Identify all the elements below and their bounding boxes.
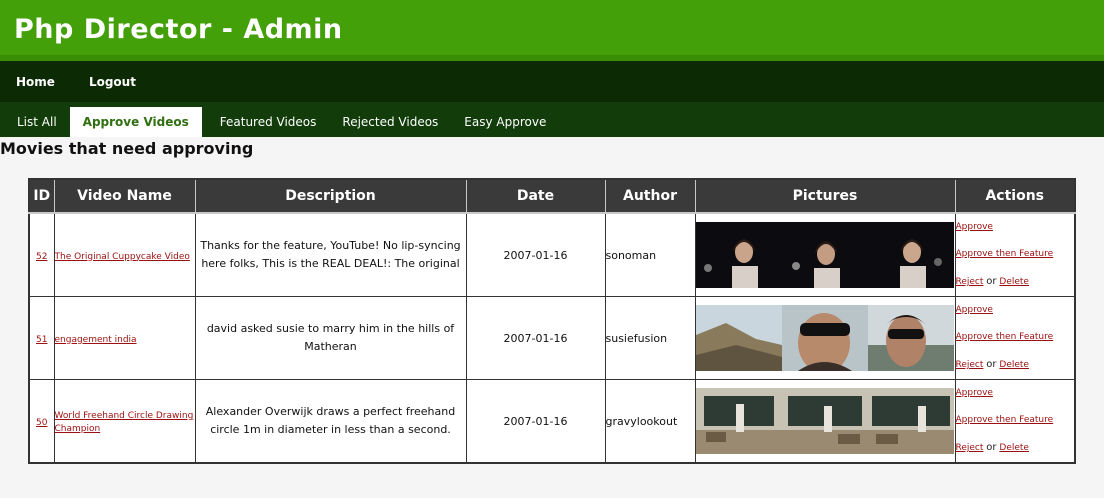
cell-video-name: The Original Cuppycake Video: [53, 212, 196, 297]
top-nav: Home Logout: [0, 61, 1104, 102]
video-thumbnail: [867, 388, 954, 454]
nav-logout-link[interactable]: Logout: [89, 75, 136, 89]
cell-pictures: [694, 296, 956, 380]
video-name-link[interactable]: engagement india: [55, 335, 137, 345]
cell-id: 51: [28, 296, 55, 380]
tab-rejected-videos[interactable]: Rejected Videos: [329, 107, 451, 137]
app-title: Php Director - Admin: [14, 14, 343, 45]
col-header-date: Date: [465, 178, 606, 214]
cell-video-name: engagement india: [53, 296, 196, 380]
video-id-link[interactable]: 50: [36, 418, 47, 428]
approve-feature-link[interactable]: Approve then Feature: [956, 332, 1054, 342]
tab-featured-videos[interactable]: Featured Videos: [207, 107, 330, 137]
cell-description: Alexander Overwijk draws a perfect freeh…: [194, 379, 467, 464]
reject-link[interactable]: Reject: [956, 360, 984, 370]
cell-description: Thanks for the feature, YouTube! No lip-…: [194, 212, 467, 297]
or-text: or: [986, 442, 997, 453]
table-row: 52 The Original Cuppycake Video Thanks f…: [28, 212, 1076, 297]
video-thumbnail: [695, 222, 782, 288]
table-header-row: ID Video Name Description Date Author Pi…: [28, 178, 1076, 214]
cell-actions: Approve Approve then Feature Reject or D…: [954, 212, 1076, 297]
description-line: Matheran: [304, 340, 357, 353]
cell-author: susiefusion: [604, 296, 696, 380]
tab-approve-videos[interactable]: Approve Videos: [69, 107, 202, 137]
description-line: Alexander Overwijk draws a perfect freeh…: [205, 405, 456, 418]
approve-link[interactable]: Approve: [956, 388, 993, 398]
or-text: or: [986, 276, 997, 287]
col-header-author: Author: [604, 178, 696, 214]
nav-home-link[interactable]: Home: [16, 75, 55, 89]
col-header-pictures: Pictures: [694, 178, 956, 214]
video-thumbnail: [695, 305, 782, 371]
table-row: 50 World Freehand Circle Drawing Champio…: [28, 379, 1076, 464]
approve-link[interactable]: Approve: [956, 222, 993, 232]
video-thumbnail: [781, 305, 868, 371]
cell-actions: Approve Approve then Feature Reject or D…: [954, 296, 1076, 380]
col-header-actions: Actions: [954, 178, 1076, 214]
cell-author: gravylookout: [604, 379, 696, 464]
video-name-link[interactable]: World Freehand Circle Drawing Champion: [55, 411, 194, 434]
tab-easy-approve[interactable]: Easy Approve: [451, 107, 559, 137]
video-thumbnail: [781, 388, 868, 454]
cell-description: david asked susie to marry him in the hi…: [194, 296, 467, 380]
reject-link[interactable]: Reject: [956, 277, 984, 287]
video-thumbnail: [867, 222, 954, 288]
cell-date: 2007-01-16: [465, 379, 606, 464]
cell-date: 2007-01-16: [465, 296, 606, 380]
table-row: 51 engagement india david asked susie to…: [28, 296, 1076, 380]
delete-link[interactable]: Delete: [999, 360, 1029, 370]
col-header-video-name: Video Name: [53, 178, 196, 214]
tab-bar: List All Approve Videos Featured Videos …: [0, 102, 1104, 137]
delete-link[interactable]: Delete: [999, 443, 1029, 453]
video-id-link[interactable]: 52: [36, 252, 47, 262]
tab-list-all[interactable]: List All: [4, 107, 70, 137]
approve-feature-link[interactable]: Approve then Feature: [956, 249, 1054, 259]
video-thumbnail: [695, 388, 782, 454]
video-id-link[interactable]: 51: [36, 335, 47, 345]
delete-link[interactable]: Delete: [999, 277, 1029, 287]
description-line: circle 1m in diameter in less than a sec…: [210, 423, 451, 436]
col-header-description: Description: [194, 178, 467, 214]
video-thumbnail: [781, 222, 868, 288]
video-name-link[interactable]: The Original Cuppycake Video: [55, 252, 190, 262]
videos-table: ID Video Name Description Date Author Pi…: [28, 178, 1076, 464]
approve-link[interactable]: Approve: [956, 305, 993, 315]
reject-link[interactable]: Reject: [956, 443, 984, 453]
description-line: david asked susie to marry him in the hi…: [206, 322, 455, 335]
description-line: Thanks for the feature, YouTube! No lip-…: [200, 239, 461, 252]
cell-id: 52: [28, 212, 55, 297]
cell-id: 50: [28, 379, 55, 464]
cell-date: 2007-01-16: [465, 212, 606, 297]
video-thumbnail: [867, 305, 954, 371]
col-header-id: ID: [28, 178, 55, 214]
cell-pictures: [694, 212, 956, 297]
page-heading: Movies that need approving: [0, 139, 254, 158]
description-line: here folks, This is the REAL DEAL!: The …: [201, 257, 460, 270]
cell-author: sonoman: [604, 212, 696, 297]
cell-actions: Approve Approve then Feature Reject or D…: [954, 379, 1076, 464]
approve-feature-link[interactable]: Approve then Feature: [956, 415, 1054, 425]
or-text: or: [986, 359, 997, 370]
cell-pictures: [694, 379, 956, 464]
app-header: Php Director - Admin: [0, 0, 1104, 61]
cell-video-name: World Freehand Circle Drawing Champion: [53, 379, 196, 464]
